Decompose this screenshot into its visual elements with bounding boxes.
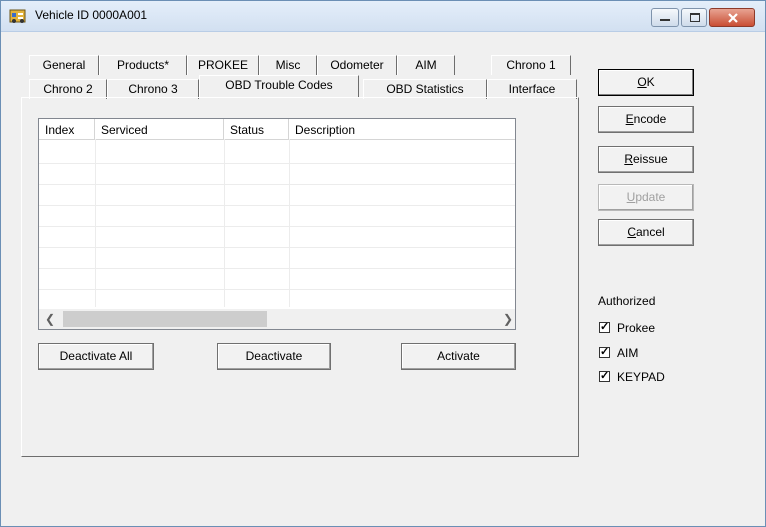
check-mark-icon: ✓ xyxy=(600,370,610,382)
ok-label: K xyxy=(646,75,655,89)
grid-line xyxy=(39,289,515,290)
reissue-button[interactable]: Reissue xyxy=(598,146,694,173)
aim-checkbox[interactable]: ✓ xyxy=(599,346,610,358)
column-header-serviced[interactable]: Serviced xyxy=(95,119,224,139)
grid-line xyxy=(39,247,515,248)
column-header-index[interactable]: Index xyxy=(39,119,95,139)
authorized-heading: Authorized xyxy=(598,294,656,308)
scroll-right-arrow-icon[interactable]: ❯ xyxy=(503,312,513,326)
grid-line xyxy=(289,139,290,307)
minimize-button[interactable] xyxy=(651,8,679,27)
grid-line xyxy=(39,268,515,269)
keypad-label: KEYPAD xyxy=(617,370,665,384)
tab-obd-statistics[interactable]: OBD Statistics xyxy=(363,79,487,99)
vehicle-app-icon xyxy=(9,9,26,23)
deactivate-button[interactable]: Deactivate xyxy=(217,343,331,370)
tab-label: Odometer xyxy=(330,58,384,72)
window-title: Vehicle ID 0000A001 xyxy=(35,8,148,22)
table-header: Index Serviced Status Description xyxy=(39,119,515,140)
grid-line xyxy=(39,163,515,164)
tab-interface[interactable]: Interface xyxy=(487,79,577,99)
tab-label: General xyxy=(42,58,86,72)
cancel-hotkey: C xyxy=(627,225,636,239)
vehicle-dialog-window: Vehicle ID 0000A001 General Products* PR… xyxy=(0,0,766,527)
ok-hotkey: O xyxy=(637,75,647,89)
tab-odometer[interactable]: Odometer xyxy=(317,55,397,75)
cancel-label: ancel xyxy=(635,225,665,239)
tab-chrono-1[interactable]: Chrono 1 xyxy=(491,55,571,75)
grid-line xyxy=(39,226,515,227)
cancel-button[interactable]: Cancel xyxy=(598,219,694,246)
grid-line xyxy=(224,139,225,307)
check-mark-icon: ✓ xyxy=(600,346,610,358)
prokee-checkbox[interactable]: ✓ xyxy=(599,321,610,333)
column-header-status[interactable]: Status xyxy=(224,119,289,139)
tab-label: OBD Trouble Codes xyxy=(225,78,333,92)
tab-label: OBD Statistics xyxy=(386,82,464,96)
horizontal-scrollbar[interactable]: ❮ ❯ xyxy=(39,309,515,329)
tab-label: Products* xyxy=(116,58,170,72)
tab-label: Interface xyxy=(508,82,556,96)
deactivate-all-button[interactable]: Deactivate All xyxy=(38,343,154,370)
update-hotkey: U xyxy=(626,190,636,204)
keypad-checkbox[interactable]: ✓ xyxy=(599,370,610,382)
update-label: pdate xyxy=(635,190,666,204)
close-button[interactable] xyxy=(709,8,755,27)
tab-chrono-2[interactable]: Chrono 2 xyxy=(29,79,107,99)
column-header-description[interactable]: Description xyxy=(289,119,515,139)
tab-chrono-3[interactable]: Chrono 3 xyxy=(107,79,199,99)
minimize-icon xyxy=(660,19,670,21)
tab-label: PROKEE xyxy=(197,58,248,72)
maximize-icon xyxy=(690,13,700,22)
encode-hotkey: E xyxy=(625,112,634,126)
check-mark-icon: ✓ xyxy=(600,321,610,333)
scroll-left-arrow-icon[interactable]: ❮ xyxy=(45,312,55,326)
activate-button[interactable]: Activate xyxy=(401,343,516,370)
tab-label: Chrono 2 xyxy=(43,82,93,96)
trouble-codes-table[interactable]: Index Serviced Status Description ❮ ❯ xyxy=(38,118,516,330)
tab-prokee[interactable]: PROKEE xyxy=(187,55,259,75)
tab-products[interactable]: Products* xyxy=(99,55,187,75)
maximize-button[interactable] xyxy=(681,8,707,27)
tab-general[interactable]: General xyxy=(29,55,99,75)
tab-obd-trouble-codes[interactable]: OBD Trouble Codes xyxy=(199,75,359,98)
tab-label: AIM xyxy=(415,58,437,72)
ok-button[interactable]: OK xyxy=(598,69,694,96)
reissue-hotkey: R xyxy=(624,152,633,166)
tab-misc[interactable]: Misc xyxy=(259,55,317,75)
encode-label: ncode xyxy=(633,112,667,126)
aim-label: AIM xyxy=(617,346,639,360)
prokee-label: Prokee xyxy=(617,321,656,335)
tab-label: Chrono 3 xyxy=(128,82,178,96)
reissue-label: eissue xyxy=(632,152,668,166)
scrollbar-thumb[interactable] xyxy=(63,311,267,327)
tab-aim[interactable]: AIM xyxy=(397,55,455,75)
grid-line xyxy=(39,205,515,206)
close-icon xyxy=(728,13,738,23)
encode-button[interactable]: Encode xyxy=(598,106,694,133)
title-bar: Vehicle ID 0000A001 xyxy=(1,1,765,32)
tab-label: Chrono 1 xyxy=(506,58,556,72)
tab-label: Misc xyxy=(275,58,301,72)
update-button[interactable]: Update xyxy=(598,184,694,211)
grid-line xyxy=(39,184,515,185)
grid-line xyxy=(95,139,96,307)
